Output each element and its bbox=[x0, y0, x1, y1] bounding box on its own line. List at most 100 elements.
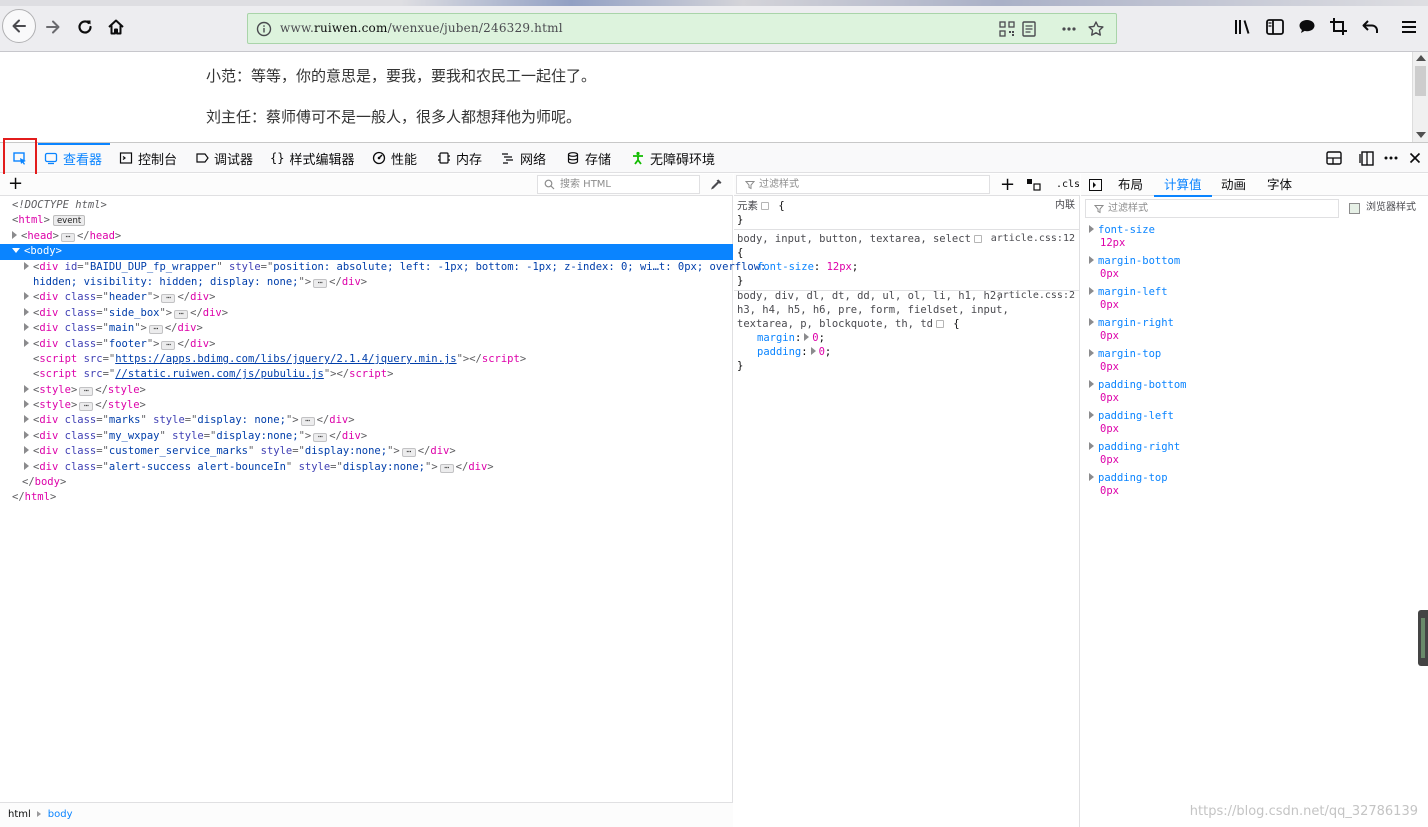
expand-triangle-icon[interactable] bbox=[12, 230, 17, 239]
expand-triangle-icon[interactable] bbox=[24, 261, 29, 270]
breadcrumb-item-body[interactable]: body bbox=[48, 809, 73, 820]
expand-triangle-icon[interactable] bbox=[1089, 256, 1094, 264]
computed-property[interactable]: padding-bottom 0px bbox=[1089, 379, 1187, 405]
script-node[interactable]: <script src="//static.ruiwen.com/js/pubu… bbox=[0, 367, 733, 382]
expand-triangle-icon[interactable] bbox=[1089, 225, 1094, 233]
computed-property[interactable]: margin-top 0px bbox=[1089, 348, 1161, 374]
body-node-selected[interactable]: <body> bbox=[0, 244, 733, 260]
page-actions-icon[interactable] bbox=[1060, 20, 1078, 38]
rule-source-link[interactable]: article.css:2 bbox=[997, 289, 1075, 303]
expand-triangle-icon[interactable] bbox=[24, 415, 29, 424]
expand-triangle-icon[interactable] bbox=[804, 333, 810, 341]
collapsed-ellipsis[interactable]: ⋯ bbox=[174, 309, 189, 319]
rule-declaration[interactable]: margin: 0; bbox=[737, 331, 1077, 345]
cls-toggle-button[interactable]: .cls bbox=[1056, 176, 1080, 194]
tab-layout[interactable]: 布局 bbox=[1118, 174, 1143, 196]
declaration-value[interactable]: 0 bbox=[812, 332, 818, 344]
qr-code-icon[interactable] bbox=[998, 20, 1016, 38]
dock-side-icon[interactable] bbox=[1358, 149, 1376, 167]
computed-property[interactable]: margin-left 0px bbox=[1089, 286, 1168, 312]
collapsed-ellipsis[interactable]: ⋯ bbox=[313, 278, 328, 288]
computed-property[interactable]: margin-right 0px bbox=[1089, 317, 1174, 343]
script-node[interactable]: <script src="https://apps.bdimg.com/libs… bbox=[0, 352, 733, 367]
div-node[interactable]: <div id="BAIDU_DUP_fp_wrapper" style="po… bbox=[0, 260, 766, 275]
expand-triangle-icon[interactable] bbox=[810, 347, 816, 355]
add-node-plus-icon[interactable]: + bbox=[8, 175, 23, 193]
div-node[interactable]: <div class="header"> ⋯ </div> bbox=[0, 290, 733, 305]
more-options-icon[interactable] bbox=[1382, 149, 1400, 167]
script-src-link[interactable]: https://apps.bdimg.com/libs/jquery/2.1.4… bbox=[115, 353, 456, 365]
expand-triangle-icon[interactable] bbox=[1089, 349, 1094, 357]
div-node[interactable]: <div class="main"> ⋯ </div> bbox=[0, 321, 733, 336]
computed-property[interactable]: padding-right 0px bbox=[1089, 441, 1180, 467]
library-icon[interactable] bbox=[1232, 16, 1254, 38]
expand-triangle-icon[interactable] bbox=[24, 384, 29, 393]
pseudo-class-toggle-icon[interactable] bbox=[1026, 178, 1042, 192]
element-rule[interactable]: 元素 { 内联 } bbox=[737, 199, 1077, 227]
tab-memory[interactable]: 内存 bbox=[437, 143, 482, 173]
eyedropper-icon[interactable] bbox=[708, 177, 724, 193]
tab-style-editor[interactable]: {} 样式编辑器 bbox=[270, 143, 354, 173]
div-node[interactable]: <div class="alert-success alert-bounceIn… bbox=[0, 460, 733, 475]
expand-triangle-icon[interactable] bbox=[24, 446, 29, 455]
div-node[interactable]: <div class="customer_service_marks" styl… bbox=[0, 444, 733, 459]
rule-declaration[interactable]: padding: 0; bbox=[737, 345, 1077, 359]
tab-computed[interactable]: 计算值 bbox=[1154, 174, 1211, 197]
bookmark-star-icon[interactable] bbox=[1087, 20, 1105, 38]
computed-property[interactable]: margin-bottom 0px bbox=[1089, 255, 1180, 281]
hamburger-menu-icon[interactable] bbox=[1398, 16, 1420, 38]
div-node[interactable]: <div class="footer"> ⋯ </div> bbox=[0, 337, 733, 352]
script-src-link[interactable]: //static.ruiwen.com/js/pubuliu.js bbox=[115, 368, 324, 380]
rule-source-link[interactable]: article.css:12 bbox=[991, 232, 1075, 246]
body-close-node[interactable]: </body> bbox=[0, 475, 733, 490]
expand-triangle-icon[interactable] bbox=[24, 338, 29, 347]
url-text[interactable]: www.ruiwen.com/wenxue/juben/246329.html bbox=[280, 21, 563, 35]
collapsed-ellipsis[interactable]: ⋯ bbox=[300, 417, 315, 427]
scrollbar-thumb[interactable] bbox=[1415, 66, 1426, 96]
style-node[interactable]: <style> ⋯ </style> bbox=[0, 383, 733, 398]
info-icon[interactable] bbox=[256, 21, 272, 37]
expand-triangle-icon[interactable] bbox=[1089, 287, 1094, 295]
breadcrumb-item-html[interactable]: html bbox=[8, 809, 31, 820]
div-node[interactable]: <div class="marks" style="display: none;… bbox=[0, 413, 733, 428]
add-rule-plus-icon[interactable]: + bbox=[1000, 176, 1015, 194]
toggle-pane-icon[interactable] bbox=[1089, 179, 1102, 191]
forward-button[interactable] bbox=[38, 12, 68, 42]
reader-view-icon[interactable] bbox=[1020, 20, 1038, 38]
computed-filter-input[interactable]: 过滤样式 bbox=[1085, 199, 1339, 218]
css-rule[interactable]: body, div, dl, dt, dd, ul, ol, li, h1, h… bbox=[737, 289, 1077, 373]
expand-triangle-icon[interactable] bbox=[1089, 380, 1094, 388]
html-close-node[interactable]: </html> bbox=[0, 490, 733, 505]
split-console-icon[interactable] bbox=[1325, 149, 1343, 167]
tab-network[interactable]: 网络 bbox=[501, 143, 546, 173]
collapsed-ellipsis[interactable]: ⋯ bbox=[148, 325, 163, 335]
collapsed-ellipsis[interactable]: ⋯ bbox=[60, 232, 75, 242]
collapsed-ellipsis[interactable]: ⋯ bbox=[313, 432, 328, 442]
rule-declaration[interactable]: font-size: 12px; bbox=[737, 260, 1077, 274]
home-button[interactable] bbox=[101, 12, 131, 42]
html-search-input[interactable]: 搜索 HTML bbox=[537, 175, 700, 194]
declaration-value[interactable]: 12px bbox=[827, 261, 852, 273]
tab-accessibility[interactable]: 无障碍环境 bbox=[631, 143, 715, 173]
tab-storage[interactable]: 存储 bbox=[566, 143, 611, 173]
page-scrollbar[interactable] bbox=[1412, 52, 1428, 142]
tab-debugger[interactable]: 调试器 bbox=[195, 143, 253, 173]
collapsed-ellipsis[interactable]: ⋯ bbox=[79, 402, 94, 412]
close-icon[interactable] bbox=[1406, 149, 1424, 167]
html-node[interactable]: <html> event bbox=[0, 213, 733, 228]
tab-fonts[interactable]: 字体 bbox=[1267, 174, 1292, 196]
collapsed-ellipsis[interactable]: ⋯ bbox=[401, 448, 416, 458]
chat-icon[interactable] bbox=[1296, 16, 1318, 38]
expand-triangle-icon[interactable] bbox=[24, 323, 29, 332]
expand-triangle-icon[interactable] bbox=[24, 400, 29, 409]
doctype-node[interactable]: <!DOCTYPE html> bbox=[0, 198, 733, 213]
css-rule[interactable]: body, input, button, textarea, select ar… bbox=[737, 232, 1077, 288]
event-badge[interactable]: event bbox=[52, 215, 86, 227]
undo-arrow-icon[interactable] bbox=[1360, 16, 1382, 38]
expand-triangle-icon[interactable] bbox=[24, 430, 29, 439]
collapsed-ellipsis[interactable]: ⋯ bbox=[79, 386, 94, 396]
expand-triangle-icon[interactable] bbox=[1089, 473, 1094, 481]
style-node[interactable]: <style> ⋯ </style> bbox=[0, 398, 733, 413]
rules-filter-input[interactable]: 过滤样式 bbox=[736, 175, 990, 194]
back-button[interactable] bbox=[2, 9, 36, 43]
